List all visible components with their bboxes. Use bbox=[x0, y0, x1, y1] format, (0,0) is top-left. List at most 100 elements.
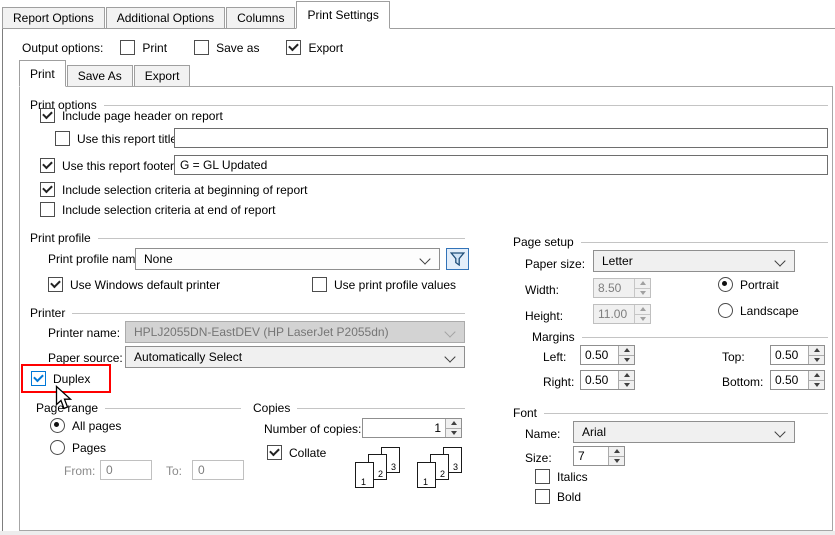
paper-source-select[interactable]: Automatically Select bbox=[125, 346, 465, 368]
tab-print-settings[interactable]: Print Settings bbox=[296, 1, 389, 29]
bold-checkbox[interactable] bbox=[535, 489, 550, 504]
italics-row: Italics bbox=[535, 469, 588, 484]
spin-down-button[interactable] bbox=[609, 456, 624, 466]
duplex-checkbox[interactable] bbox=[31, 371, 46, 386]
printer-name-select: HPLJ2055DN-EastDEV (HP LaserJet P2055dn) bbox=[125, 321, 465, 343]
italics-checkbox[interactable] bbox=[535, 469, 550, 484]
spin-down-button[interactable] bbox=[619, 380, 634, 390]
pages-radio[interactable] bbox=[50, 440, 65, 455]
tab-columns[interactable]: Columns bbox=[226, 7, 295, 28]
collate-pages-icon: 3 2 1 bbox=[355, 447, 403, 491]
printer-group-header: Printer bbox=[30, 306, 465, 320]
landscape-radio[interactable] bbox=[718, 303, 733, 318]
spin-up-button[interactable] bbox=[809, 371, 824, 380]
print-profile-filter-button[interactable] bbox=[446, 248, 469, 270]
spin-up-button[interactable] bbox=[609, 447, 624, 456]
spin-up-icon bbox=[451, 421, 457, 425]
margin-bottom-value: 0.50 bbox=[771, 371, 808, 389]
spin-down-icon bbox=[624, 383, 630, 387]
margin-bottom-label: Bottom: bbox=[722, 375, 763, 389]
include-page-header-label: Include page header on report bbox=[62, 109, 223, 123]
from-label: From: bbox=[64, 464, 95, 478]
report-title-input[interactable] bbox=[174, 128, 828, 148]
portrait-radio[interactable] bbox=[718, 277, 733, 292]
use-windows-default-label: Use Windows default printer bbox=[70, 278, 220, 292]
margin-top-spinner[interactable]: 0.50 bbox=[770, 345, 825, 365]
height-label: Height: bbox=[525, 309, 563, 323]
include-header-row: Include page header on report bbox=[40, 108, 223, 123]
criteria-begin-checkbox[interactable] bbox=[40, 182, 55, 197]
criteria-end-label: Include selection criteria at end of rep… bbox=[62, 203, 275, 217]
output-export-checkbox[interactable] bbox=[286, 40, 301, 55]
number-of-copies-spinner[interactable]: 1 bbox=[362, 418, 462, 438]
from-input: 0 bbox=[100, 460, 152, 480]
use-report-title-row: Use this report title: bbox=[55, 131, 180, 146]
spin-up-button[interactable] bbox=[809, 346, 824, 355]
italics-label: Italics bbox=[557, 470, 588, 484]
use-windows-default-checkbox[interactable] bbox=[48, 277, 63, 292]
spin-down-icon bbox=[640, 317, 646, 321]
all-pages-radio[interactable] bbox=[50, 418, 65, 433]
output-export-label: Export bbox=[308, 41, 343, 55]
spin-down-icon bbox=[451, 431, 457, 435]
tab-report-options[interactable]: Report Options bbox=[2, 7, 105, 28]
margin-bottom-spinner[interactable]: 0.50 bbox=[770, 370, 825, 390]
criteria-end-row: Include selection criteria at end of rep… bbox=[40, 202, 275, 217]
output-options-row: Output options: Print Save as Export bbox=[22, 40, 343, 55]
font-name-label: Name: bbox=[525, 427, 560, 441]
report-footer-value: G = GL Updated bbox=[180, 158, 267, 172]
spin-up-button[interactable] bbox=[619, 371, 634, 380]
paper-size-select[interactable]: Letter bbox=[593, 250, 795, 272]
chevron-down-icon bbox=[419, 253, 430, 264]
subtab-export[interactable]: Export bbox=[134, 65, 191, 86]
margin-right-spinner[interactable]: 0.50 bbox=[580, 370, 635, 390]
spin-up-button bbox=[635, 305, 650, 314]
use-report-title-checkbox[interactable] bbox=[55, 131, 70, 146]
use-report-footer-row: Use this report footer: bbox=[40, 158, 177, 173]
mouse-cursor-icon bbox=[55, 385, 74, 412]
spinner-buttons bbox=[634, 305, 650, 323]
spin-down-button[interactable] bbox=[619, 355, 634, 365]
font-size-spinner[interactable]: 7 bbox=[573, 446, 625, 466]
font-name-select[interactable]: Arial bbox=[573, 421, 795, 443]
collate-page-1: 1 bbox=[417, 462, 436, 488]
window-bottom-edge bbox=[0, 531, 835, 535]
portrait-row: Portrait bbox=[718, 277, 779, 292]
copies-group-header: Copies bbox=[253, 401, 465, 415]
margin-right-value: 0.50 bbox=[581, 371, 618, 389]
spin-down-button[interactable] bbox=[809, 355, 824, 365]
font-group-title: Font bbox=[513, 406, 537, 420]
use-profile-values-checkbox[interactable] bbox=[312, 277, 327, 292]
spin-up-button[interactable] bbox=[619, 346, 634, 355]
output-print-label: Print bbox=[142, 41, 167, 55]
include-page-header-checkbox[interactable] bbox=[40, 108, 55, 123]
report-footer-input[interactable]: G = GL Updated bbox=[174, 155, 828, 175]
print-profile-name-select[interactable]: None bbox=[135, 248, 440, 270]
subtab-save-as[interactable]: Save As bbox=[67, 65, 133, 86]
spin-down-button[interactable] bbox=[809, 380, 824, 390]
spin-up-button[interactable] bbox=[446, 419, 461, 428]
output-save-as-checkbox[interactable] bbox=[194, 40, 209, 55]
subtab-print[interactable]: Print bbox=[19, 60, 66, 87]
output-print-checkbox[interactable] bbox=[120, 40, 135, 55]
paper-size-label: Paper size: bbox=[525, 257, 585, 271]
bold-row: Bold bbox=[535, 489, 581, 504]
spin-down-button[interactable] bbox=[446, 428, 461, 438]
use-report-title-label: Use this report title: bbox=[77, 132, 180, 146]
output-sub-tab-bar: Print Save As Export bbox=[19, 61, 191, 86]
bold-label: Bold bbox=[557, 490, 581, 504]
spin-up-icon bbox=[814, 373, 820, 377]
tab-additional-options[interactable]: Additional Options bbox=[106, 7, 225, 28]
output-print-option: Print bbox=[120, 40, 167, 55]
collate-page-1: 1 bbox=[355, 462, 374, 488]
all-pages-row: All pages bbox=[50, 418, 121, 433]
use-report-footer-checkbox[interactable] bbox=[40, 158, 55, 173]
criteria-end-checkbox[interactable] bbox=[40, 202, 55, 217]
collate-checkbox[interactable] bbox=[267, 445, 282, 460]
spin-down-icon bbox=[814, 383, 820, 387]
spinner-buttons bbox=[808, 346, 824, 364]
margin-left-spinner[interactable]: 0.50 bbox=[580, 345, 635, 365]
main-tab-bar: Report Options Additional Options Column… bbox=[2, 0, 835, 29]
group-divider-line bbox=[544, 413, 828, 414]
margin-left-value: 0.50 bbox=[581, 346, 618, 364]
